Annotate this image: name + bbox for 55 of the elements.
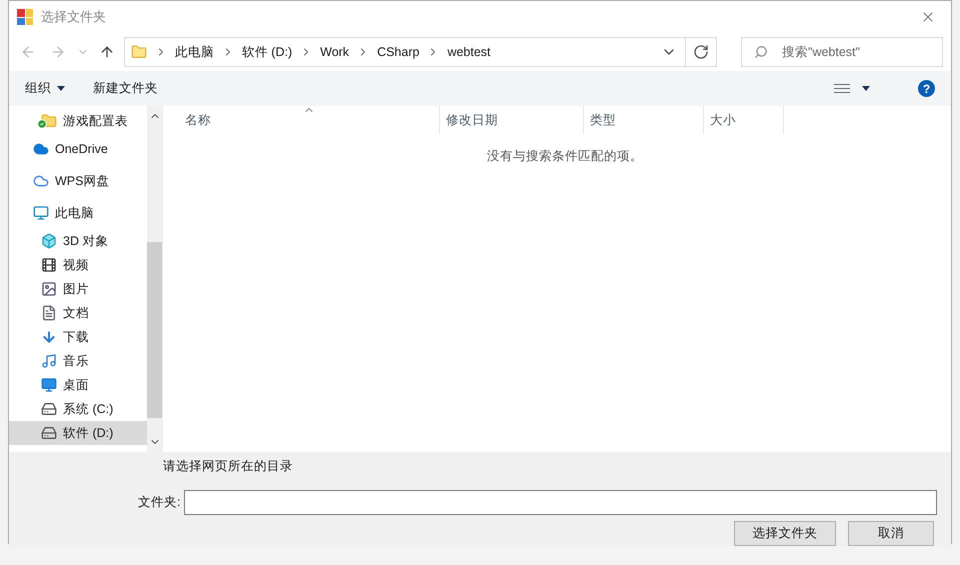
sidebar-item[interactable]: WPS网盘 [9,165,147,197]
cloud-icon [33,173,49,189]
description-text: 请选择网页所在的目录 [163,458,294,475]
drive-icon [41,425,57,441]
sidebar-item[interactable]: OneDrive [9,133,147,165]
refresh-button[interactable] [686,37,718,67]
new-folder-button[interactable]: 新建文件夹 [93,79,158,98]
address-bar[interactable]: 此电脑 软件 (D:) Work CSharp webtest [124,37,686,67]
computer-icon [33,205,49,221]
column-header[interactable]: 大小 [704,106,784,134]
cube-icon [41,233,57,249]
help-button[interactable]: ? [918,80,935,97]
breadcrumb[interactable]: Work [320,42,350,62]
desktop-icon [41,377,57,393]
dialog-button[interactable]: 取消 [848,520,934,546]
down-arrow-icon [41,329,57,345]
music-note-icon [41,353,57,369]
app-icon [17,9,33,25]
column-header[interactable]: 名称 [163,106,440,134]
column-header[interactable]: 修改日期 [440,106,584,134]
sidebar-item[interactable]: 图片 [9,277,147,301]
sidebar-item[interactable]: 文档 [9,301,147,325]
search-field[interactable]: 搜索"webtest" [741,37,944,67]
window-title: 选择文件夹 [41,8,106,26]
cloud-icon [33,141,49,157]
empty-message: 没有与搜索条件匹配的项。 [487,148,643,165]
sidebar-item[interactable]: 系统 (C:) [9,397,147,421]
folder-icon [130,44,147,60]
dialog-button[interactable]: 选择文件夹 [734,520,836,546]
picture-icon [41,281,57,297]
view-options-button[interactable] [834,84,870,93]
breadcrumb[interactable]: 软件 (D:) [242,42,292,62]
folder-input[interactable] [184,490,938,515]
sidebar-item[interactable]: 此电脑 [9,197,147,229]
column-header[interactable]: 类型 [584,106,704,134]
film-icon [41,257,57,273]
organize-button[interactable]: 组织 [25,79,65,98]
caret-icon [57,86,65,91]
field-label: 文件夹: [138,494,180,511]
sidebar-item[interactable]: 3D 对象 [9,229,147,253]
caret-icon [862,86,870,91]
sidebar-item[interactable]: 软件 (D:) [9,421,147,445]
sidebar-item[interactable]: 桌面 [9,373,147,397]
search-icon [754,45,768,59]
document-icon [41,305,57,321]
breadcrumb[interactable]: CSharp [377,42,420,62]
sidebar-item[interactable]: 下载 [9,325,147,349]
sidebar-item[interactable]: 视频 [9,253,147,277]
sidebar-item[interactable]: 音乐 [9,349,147,373]
breadcrumb[interactable]: webtest [447,42,491,62]
scrollbar[interactable] [147,106,162,452]
refresh-icon [692,44,709,60]
drive-icon [41,401,57,417]
details-view-icon [834,84,850,93]
breadcrumb[interactable]: 此电脑 [174,42,214,62]
